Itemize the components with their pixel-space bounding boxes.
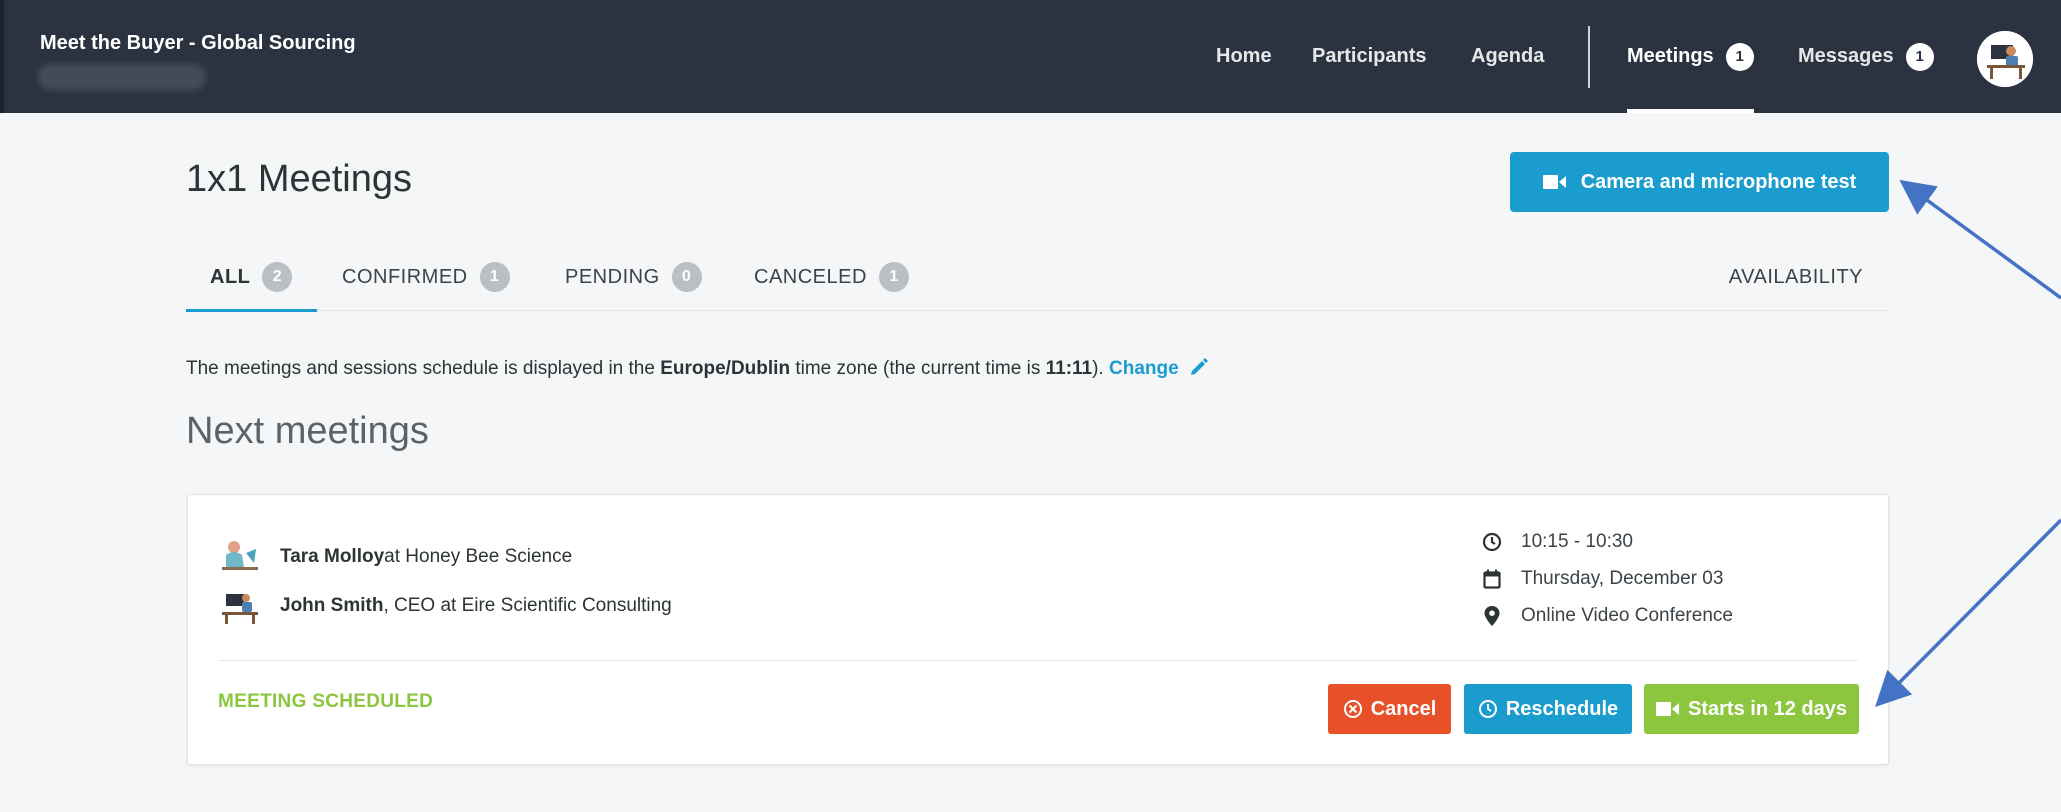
clock-icon: [1478, 700, 1497, 718]
participant-row: John Smith, CEO at Eire Scientific Consu…: [218, 586, 672, 626]
nav-divider: [1588, 26, 1590, 88]
clock-icon: [1481, 532, 1503, 552]
blurred-subtitle: [38, 64, 206, 90]
join-video-meeting-button[interactable]: Starts in 12 days: [1644, 684, 1859, 734]
nav-meetings[interactable]: Meetings 1: [1627, 0, 1754, 113]
user-avatar-icon[interactable]: [1977, 31, 2033, 87]
tab-pending-count: 0: [671, 262, 702, 292]
current-time: 11:11: [1045, 358, 1093, 379]
participant-name[interactable]: Tara Molloy: [280, 546, 384, 568]
annotation-arrow: [1899, 179, 2061, 300]
nav-participants[interactable]: Participants: [1312, 0, 1426, 113]
tab-confirmed-count: 1: [479, 262, 510, 292]
timezone-suffix: ).: [1092, 358, 1109, 379]
participant-row: Tara Molloy at Honey Bee Science: [218, 537, 572, 577]
calendar-icon: [1481, 569, 1503, 589]
reschedule-meeting-button[interactable]: Reschedule: [1464, 684, 1632, 734]
event-title[interactable]: Meet the Buyer - Global Sourcing: [40, 32, 356, 55]
nav-agenda[interactable]: Agenda: [1471, 0, 1544, 113]
window-edge: [0, 0, 4, 113]
tab-all-count: 2: [262, 262, 293, 292]
meeting-location-value: Online Video Conference: [1521, 605, 1733, 626]
tab-canceled-label: CANCELED: [754, 266, 867, 288]
change-timezone-label: Change: [1109, 358, 1179, 379]
participant-name[interactable]: John Smith: [280, 595, 383, 617]
meeting-date: Thursday, December 03: [1481, 568, 1723, 590]
tab-canceled[interactable]: CANCELED 1: [754, 254, 909, 311]
nav-home[interactable]: Home: [1216, 0, 1272, 113]
camera-button-label: Camera and microphone test: [1580, 170, 1857, 193]
video-camera-icon: [1656, 702, 1680, 716]
timezone-middle: time zone (the current time is: [790, 358, 1046, 379]
nav-messages-label: Messages: [1798, 45, 1894, 67]
tab-pending[interactable]: PENDING 0: [565, 254, 702, 311]
participant-company: , CEO at Eire Scientific Consulting: [383, 595, 672, 616]
starts-button-label: Starts in 12 days: [1688, 697, 1847, 720]
meeting-filter-tabs: ALL 2 CONFIRMED 1 PENDING 0 CANCELED 1 A…: [186, 254, 1889, 312]
next-meetings-heading: Next meetings: [186, 410, 429, 452]
tab-availability[interactable]: AVAILABILITY: [1729, 266, 1863, 289]
video-camera-icon: [1542, 175, 1566, 189]
meeting-time-value: 10:15 - 10:30: [1521, 531, 1633, 552]
meeting-card: Tara Molloy at Honey Bee Science John Sm…: [187, 494, 1889, 765]
meeting-time: 10:15 - 10:30: [1481, 531, 1633, 553]
timezone-prefix: The meetings and sessions schedule is di…: [186, 358, 661, 379]
tab-confirmed-label: CONFIRMED: [342, 266, 468, 288]
annotation-arrow: [1875, 518, 2061, 707]
timezone-zone: Europe/Dublin: [660, 358, 791, 379]
nav-messages[interactable]: Messages 1: [1798, 0, 1934, 113]
meeting-status: MEETING SCHEDULED: [218, 691, 434, 712]
change-timezone-link[interactable]: Change: [1109, 358, 1210, 379]
tab-all[interactable]: ALL 2: [186, 254, 317, 312]
cancel-button-label: Cancel: [1370, 697, 1437, 720]
messages-count-badge: 1: [1905, 42, 1934, 71]
tab-pending-label: PENDING: [565, 266, 660, 288]
tab-canceled-count: 1: [878, 262, 909, 292]
participant-avatar-icon: [218, 537, 262, 577]
cancel-meeting-button[interactable]: Cancel: [1328, 684, 1451, 734]
participant-company: at Honey Bee Science: [384, 546, 573, 567]
nav-meetings-label: Meetings: [1627, 45, 1714, 67]
cancel-circle-icon: [1343, 700, 1362, 718]
location-pin-icon: [1481, 606, 1503, 626]
pencil-icon: [1190, 358, 1208, 375]
timezone-notice: The meetings and sessions schedule is di…: [186, 356, 1210, 380]
meeting-location: Online Video Conference: [1481, 605, 1733, 627]
tab-all-label: ALL: [210, 266, 251, 288]
page-title: 1x1 Meetings: [186, 158, 413, 200]
card-divider: [218, 660, 1858, 661]
participant-avatar-icon: [218, 586, 262, 626]
camera-microphone-test-button[interactable]: Camera and microphone test: [1510, 152, 1889, 212]
reschedule-button-label: Reschedule: [1505, 697, 1619, 720]
top-navigation-bar: Meet the Buyer - Global Sourcing Home Pa…: [0, 0, 2061, 113]
meeting-date-value: Thursday, December 03: [1521, 568, 1724, 589]
meetings-count-badge: 1: [1725, 42, 1754, 71]
tab-confirmed[interactable]: CONFIRMED 1: [342, 254, 510, 311]
